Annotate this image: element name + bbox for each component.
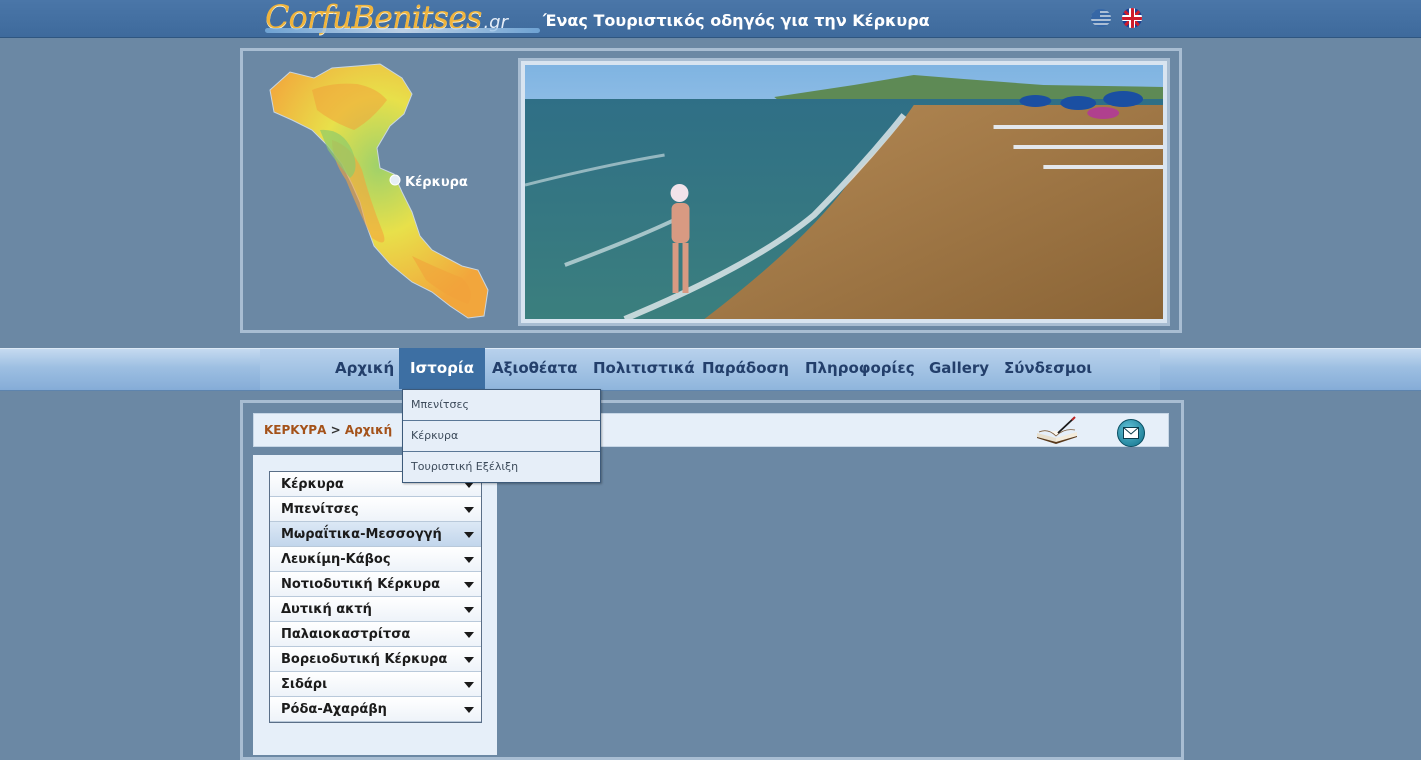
site-logo[interactable]: CorfuBenitses .gr (265, 0, 540, 36)
menu-item-label: Βορειοδυτική Κέρκυρα (281, 652, 448, 667)
top-bar: CorfuBenitses .gr Ένας Τουριστικός οδηγό… (0, 0, 1421, 38)
breadcrumb: ΚΕΡΚΥΡΑ > Αρχική (264, 423, 392, 437)
banner-photo-frame (518, 58, 1170, 326)
dropdown-item-benitses[interactable]: Μπενίτσες (403, 390, 600, 421)
menu-item-label: Σιδάρι (281, 677, 328, 692)
menu-item-paleokastritsa[interactable]: Παλαιοκαστρίτσα (270, 622, 481, 647)
menu-item-west-coast[interactable]: Δυτική ακτή (270, 597, 481, 622)
uk-flag-icon[interactable] (1122, 8, 1142, 28)
corfu-map (269, 63, 489, 319)
greek-flag-icon[interactable] (1091, 9, 1111, 27)
dropdown-item-kerkyra[interactable]: Κέρκυρα (403, 421, 600, 452)
chevron-down-icon[interactable] (464, 532, 474, 538)
menu-item-roda-acharavi[interactable]: Ρόδα-Αχαράβη (270, 697, 481, 722)
breadcrumb-separator: > (330, 423, 341, 437)
chevron-down-icon[interactable] (464, 507, 474, 513)
history-dropdown-menu: Μπενίτσες Κέρκυρα Τουριστική Εξέλιξη (402, 389, 601, 483)
nav-item-information[interactable]: Πληροφορίες (805, 359, 915, 377)
menu-item-label: Ρόδα-Αχαράβη (281, 702, 387, 717)
nav-item-gallery[interactable]: Gallery (929, 359, 989, 377)
menu-item-benitses[interactable]: Μπενίτσες (270, 497, 481, 522)
nav-item-links[interactable]: Σύνδεσμοι (1004, 359, 1092, 377)
nav-item-culture[interactable]: Πολιτιστικά (593, 359, 695, 377)
nav-item-history[interactable]: Ιστορία (399, 348, 486, 389)
chevron-down-icon[interactable] (464, 632, 474, 638)
menu-item-sidari[interactable]: Σιδάρι (270, 672, 481, 697)
nav-item-home[interactable]: Αρχική (335, 359, 394, 377)
nav-item-tradition[interactable]: Παράδοση (702, 359, 789, 377)
menu-item-northwest-corfu[interactable]: Βορειοδυτική Κέρκυρα (270, 647, 481, 672)
menu-item-label: Μπενίτσες (281, 502, 359, 517)
menu-item-moraitika-messongi[interactable]: Μωραΐτικα-Μεσσογγή (270, 522, 481, 547)
chevron-down-icon[interactable] (464, 557, 474, 563)
chevron-down-icon[interactable] (464, 682, 474, 688)
chevron-down-icon[interactable] (464, 707, 474, 713)
site-tagline: Ένας Τουριστικός οδηγός για την Κέρκυρα (543, 11, 930, 30)
menu-item-label: Παλαιοκαστρίτσα (281, 627, 411, 642)
menu-item-lefkimi-kavos[interactable]: Λευκίμη-Κάβος (270, 547, 481, 572)
email-icon[interactable] (1117, 419, 1145, 447)
breadcrumb-bar: ΚΕΡΚΥΡΑ > Αρχική (253, 413, 1169, 447)
menu-item-southwest-corfu[interactable]: Νοτιοδυτική Κέρκυρα (270, 572, 481, 597)
menu-item-label: Δυτική ακτή (281, 602, 372, 617)
beach-photo (524, 65, 1163, 322)
menu-item-label: Μωραΐτικα-Μεσσογγή (281, 527, 442, 542)
guestbook-icon[interactable] (1034, 416, 1080, 446)
breadcrumb-root[interactable]: ΚΕΡΚΥΡΑ (264, 423, 326, 437)
menu-item-label: Λευκίμη-Κάβος (281, 552, 391, 567)
chevron-down-icon[interactable] (464, 657, 474, 663)
nav-item-sights[interactable]: Αξιοθέατα (492, 359, 577, 377)
map-label: Κέρκυρα (405, 175, 468, 190)
region-menu: Κέρκυρα Μπενίτσες Μωραΐτικα-Μεσσογγή Λευ… (269, 471, 482, 723)
chevron-down-icon[interactable] (464, 607, 474, 613)
menu-item-label: Κέρκυρα (281, 477, 344, 492)
menu-item-label: Νοτιοδυτική Κέρκυρα (281, 577, 441, 592)
chevron-down-icon[interactable] (464, 582, 474, 588)
breadcrumb-current[interactable]: Αρχική (345, 423, 392, 437)
logo-swoosh (265, 28, 540, 33)
dropdown-item-tourism-evolution[interactable]: Τουριστική Εξέλιξη (403, 452, 600, 482)
